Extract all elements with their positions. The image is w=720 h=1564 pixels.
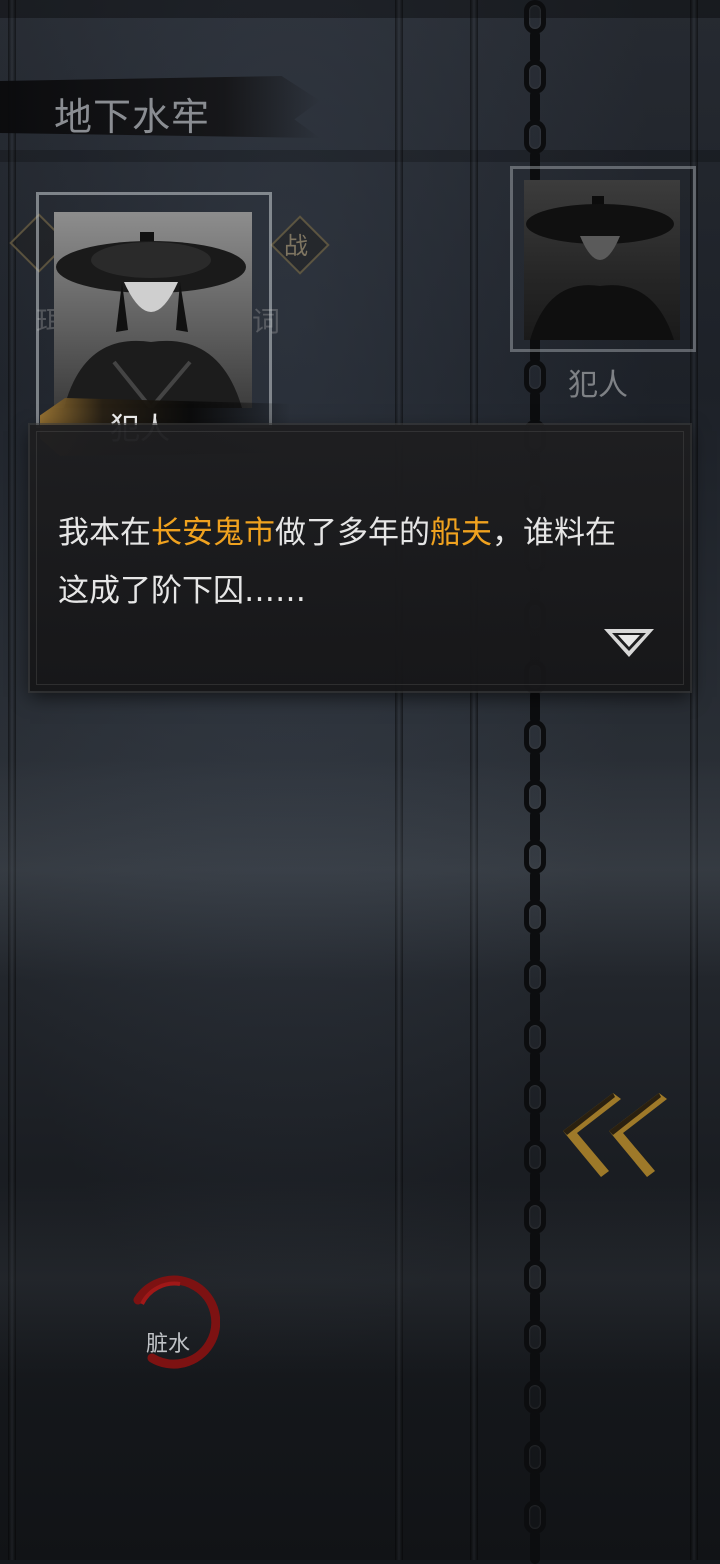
dialogue-text: ，谁料在 (492, 515, 616, 551)
dialogue-text: 做了多年的 (275, 515, 430, 551)
chain-link (530, 1350, 540, 1384)
chain-link (524, 0, 546, 34)
chain-link (530, 810, 540, 844)
chain-link (530, 1470, 540, 1504)
chain-link (524, 1380, 546, 1414)
chain-link (524, 1500, 546, 1534)
chain-link (524, 120, 546, 154)
chain-link (530, 930, 540, 964)
chain-link (524, 1320, 546, 1354)
chain-link (530, 1170, 540, 1204)
dialogue-line-2: 这成了阶下囚…… (58, 573, 306, 609)
chain-link (530, 990, 540, 1024)
chain-link (524, 1200, 546, 1234)
chain-link (524, 840, 546, 874)
chain-link (530, 1230, 540, 1264)
speaker-portrait (54, 212, 252, 408)
location-title: 地下水牢 (54, 95, 211, 139)
chain-link (524, 900, 546, 934)
chain-link (524, 780, 546, 814)
chain-link (524, 720, 546, 754)
chain-link (530, 1110, 540, 1144)
chain-link (530, 690, 540, 724)
opponent-name: 犯人 (568, 368, 628, 403)
prisoner-figure-icon (526, 196, 674, 340)
chain-link (524, 960, 546, 994)
chain-link (530, 1410, 540, 1444)
mist (0, 760, 720, 980)
mist (0, 1180, 720, 1380)
double-chevron-left-icon[interactable] (555, 1085, 670, 1185)
chain-link (530, 30, 540, 64)
chain-link (524, 1440, 546, 1474)
dialogue-box[interactable]: 我本在长安鬼市做了多年的船夫，谁料在 这成了阶下囚…… (30, 425, 690, 691)
prisoner-figure-icon (56, 232, 246, 408)
highlight-keyword: 船夫 (430, 515, 492, 551)
chain-link (524, 360, 546, 394)
chain-link (530, 90, 540, 124)
chain-link (530, 1050, 540, 1084)
chain-link (524, 1080, 546, 1114)
skill-label: 脏水 (146, 1332, 191, 1357)
chain-link (530, 390, 540, 424)
opponent-portrait (524, 180, 680, 340)
triangle-down-icon[interactable] (602, 625, 656, 659)
ceiling-beam (0, 0, 720, 18)
battle-label: 战 (284, 232, 308, 260)
skill-dirty-water-button[interactable]: 脏水 (120, 1270, 221, 1370)
upper-beam (0, 150, 720, 162)
chain-link (524, 60, 546, 94)
chain-link (524, 1140, 546, 1174)
chain-link (524, 1260, 546, 1294)
location-banner: 地下水牢 (0, 70, 330, 144)
chain-link (530, 1530, 540, 1564)
chain-link (530, 1290, 540, 1324)
dialogue-line-1: 我本在长安鬼市做了多年的船夫，谁料在 (58, 515, 616, 551)
highlight-keyword: 长安鬼市 (151, 515, 275, 551)
chain-link (530, 750, 540, 784)
dialogue-text: 我本在 (58, 515, 151, 551)
chain-link (524, 1020, 546, 1054)
chain-link (530, 870, 540, 904)
